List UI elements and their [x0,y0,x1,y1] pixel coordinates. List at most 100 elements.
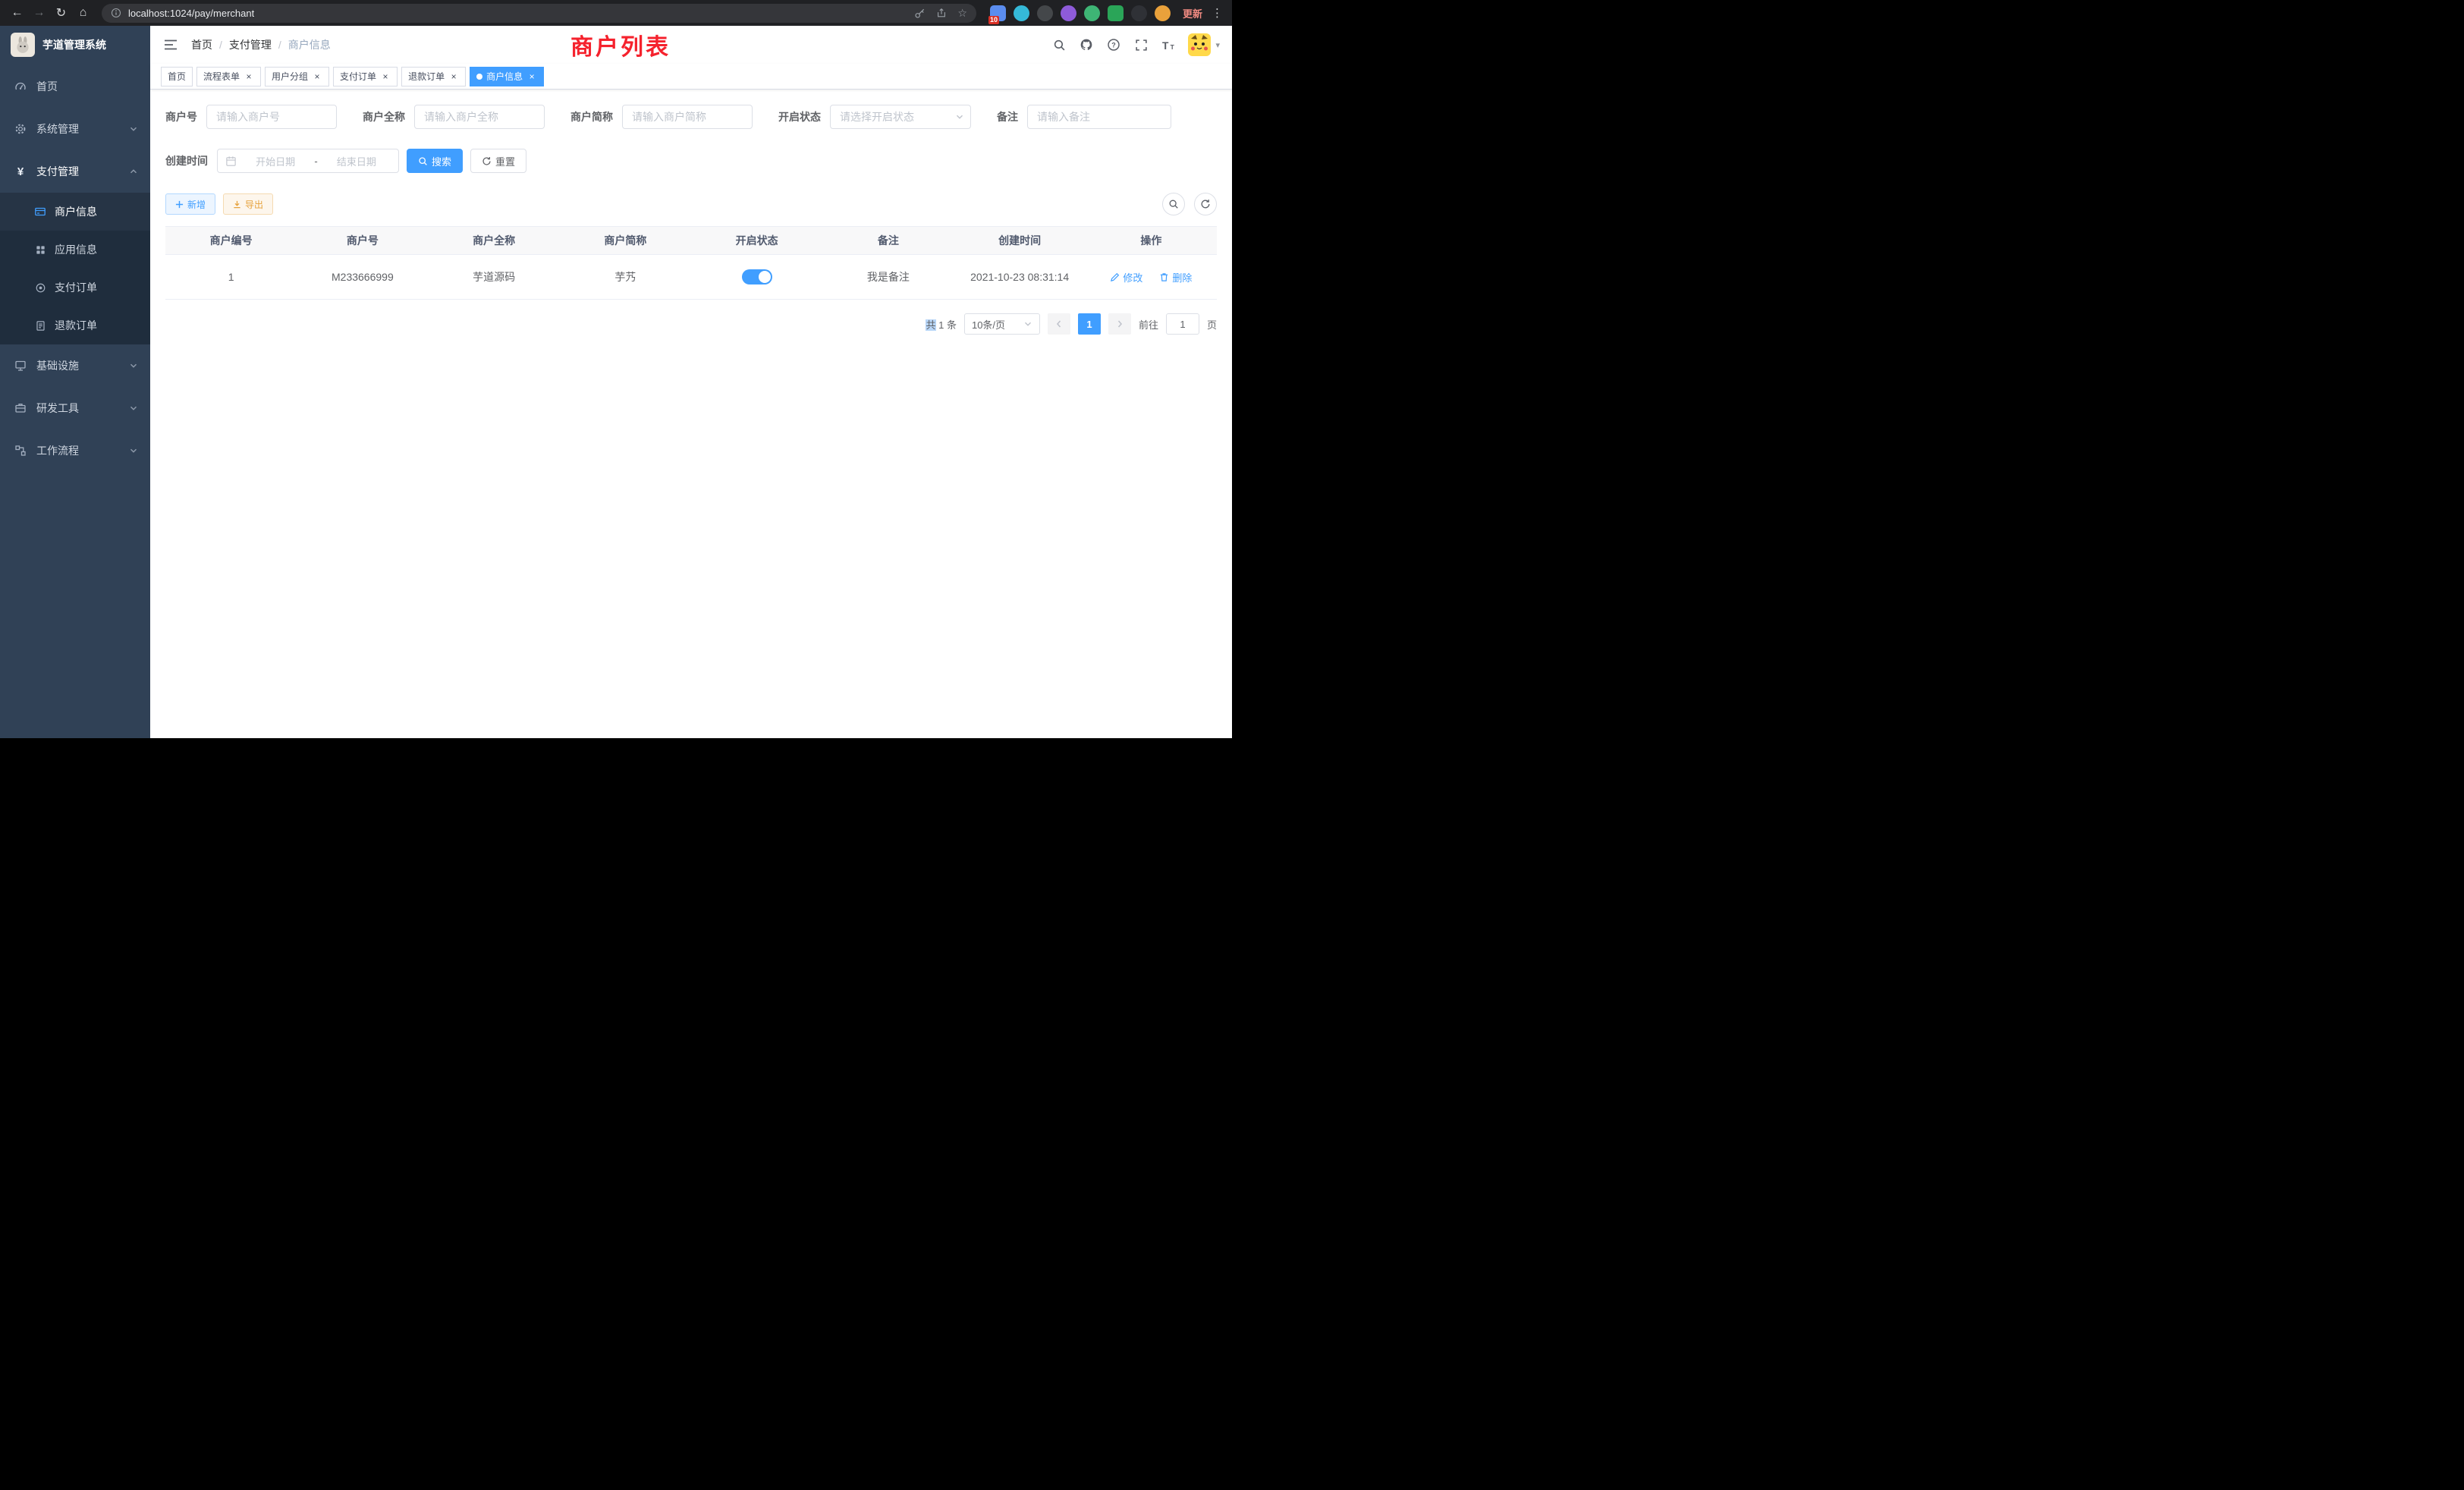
tab-process-form[interactable]: 流程表单× [196,67,261,86]
filter-create-time: 创建时间 开始日期 - 结束日期 [165,149,399,173]
extension-icon[interactable] [1037,5,1053,21]
status-toggle[interactable] [742,269,772,284]
start-date-placeholder: 开始日期 [241,154,310,168]
browser-menu-icon[interactable]: ⋮ [1212,6,1223,20]
sidebar-item-label: 退款订单 [55,318,138,333]
goto-page-input[interactable] [1166,313,1199,335]
extension-icon[interactable] [1084,5,1100,21]
extensions-area: 10 [990,5,1171,21]
extension-icon[interactable] [1108,5,1124,21]
close-icon[interactable]: × [312,71,322,82]
tab-user-group[interactable]: 用户分组× [265,67,329,86]
extension-icon[interactable] [1061,5,1076,21]
tab-label: 支付订单 [340,70,376,83]
sidebar-item-refund-orders[interactable]: 退款订单 [0,306,150,344]
sidebar-item-label: 首页 [36,79,138,94]
next-page-button[interactable] [1108,313,1131,335]
forward-button[interactable]: → [28,2,50,24]
gear-icon [14,122,27,136]
sidebar-item-payment[interactable]: ¥ 支付管理 [0,150,150,193]
breadcrumb: 首页 / 支付管理 / 商户信息 [191,37,331,52]
search-button[interactable]: 搜索 [407,149,463,173]
tab-merchant-info[interactable]: 商户信息× [470,67,544,86]
chevron-down-icon [1023,319,1032,328]
svg-text:?: ? [1112,41,1117,49]
breadcrumb-separator: / [219,39,222,51]
back-button[interactable]: ← [6,2,28,24]
sidebar-item-label: 支付订单 [55,280,138,295]
app-title: 芋道管理系统 [42,37,106,52]
merchant-no-input[interactable] [206,105,337,129]
remark-input[interactable] [1027,105,1171,129]
full-name-input[interactable] [414,105,545,129]
tab-pay-orders[interactable]: 支付订单 × [333,67,398,86]
sidebar-logo[interactable]: 芋道管理系统 [0,26,150,64]
col-remark: 备注 [822,227,954,255]
add-button[interactable]: 新增 [165,193,215,215]
delete-button[interactable]: 删除 [1159,270,1192,284]
breadcrumb-home[interactable]: 首页 [191,37,212,52]
hamburger-icon[interactable] [162,36,179,53]
sidebar-item-system[interactable]: 系统管理 [0,108,150,150]
extension-icon[interactable] [1131,5,1147,21]
close-icon[interactable]: × [244,71,254,82]
filter-short-name: 商户简称 [570,105,753,129]
navbar-actions: ? TT ▾ [1051,33,1220,56]
bank-card-icon [33,205,47,218]
reset-button[interactable]: 重置 [470,149,526,173]
sidebar-item-pay-orders[interactable]: 支付订单 [0,269,150,306]
browser-chrome: ← → ↻ ⌂ localhost:1024/pay/merchant ☆ 10 [0,0,1232,26]
address-bar[interactable]: localhost:1024/pay/merchant ☆ [102,4,976,23]
status-select[interactable] [830,105,971,129]
bottom-strip [0,738,1232,745]
search-icon[interactable] [1051,37,1067,52]
sidebar-item-label: 商户信息 [55,204,138,219]
prev-page-button[interactable] [1048,313,1070,335]
page-number-button[interactable]: 1 [1078,313,1101,335]
close-icon[interactable]: × [448,71,459,82]
toggle-search-button[interactable] [1162,193,1185,215]
short-name-input[interactable] [622,105,753,129]
browser-profile-avatar[interactable] [1155,5,1171,21]
sidebar-item-dev-tools[interactable]: 研发工具 [0,387,150,429]
page-size-select[interactable]: 10条/页 [964,313,1040,335]
close-icon[interactable]: × [380,71,391,82]
page-info-icon[interactable] [111,8,121,18]
share-icon[interactable] [936,8,947,18]
filter-merchant-no: 商户号 [165,105,337,129]
sidebar-item-merchant-info[interactable]: 商户信息 [0,193,150,231]
monitor-icon [14,359,27,372]
browser-update-button[interactable]: 更新 [1183,6,1202,20]
password-key-icon[interactable] [914,8,926,19]
user-menu[interactable]: ▾ [1188,33,1220,56]
edit-button[interactable]: 修改 [1110,270,1142,284]
logo-avatar [11,33,35,57]
export-button[interactable]: 导出 [223,193,273,215]
col-full-name: 商户全称 [429,227,560,255]
reload-button[interactable]: ↻ [50,2,72,24]
date-range-input[interactable]: 开始日期 - 结束日期 [217,149,399,173]
col-merchant-id: 商户编号 [165,227,297,255]
help-icon[interactable]: ? [1106,37,1121,52]
merchant-table: 商户编号 商户号 商户全称 商户简称 开启状态 备注 创建时间 操作 1 [165,226,1217,300]
fullscreen-icon[interactable] [1133,37,1149,52]
page-content: 商户号 商户全称 商户简称 开启状态 [150,90,1232,738]
tab-refund-orders[interactable]: 退款订单× [401,67,466,86]
cell-status [691,255,822,300]
github-icon[interactable] [1079,37,1094,52]
export-button-label: 导出 [245,198,263,211]
sidebar-item-app-info[interactable]: 应用信息 [0,231,150,269]
grid-icon [33,243,47,256]
font-size-icon[interactable]: TT [1161,37,1176,52]
bookmark-star-icon[interactable]: ☆ [957,7,967,20]
extension-icon[interactable] [1014,5,1029,21]
tab-home[interactable]: 首页 [161,67,193,86]
extension-icon[interactable]: 10 [990,5,1006,21]
sidebar-item-infrastructure[interactable]: 基础设施 [0,344,150,387]
breadcrumb-payment[interactable]: 支付管理 [229,37,272,52]
refresh-table-button[interactable] [1194,193,1217,215]
sidebar-item-workflow[interactable]: 工作流程 [0,429,150,472]
sidebar-item-home[interactable]: 首页 [0,65,150,108]
home-button[interactable]: ⌂ [72,2,94,24]
close-icon[interactable]: × [526,71,537,82]
